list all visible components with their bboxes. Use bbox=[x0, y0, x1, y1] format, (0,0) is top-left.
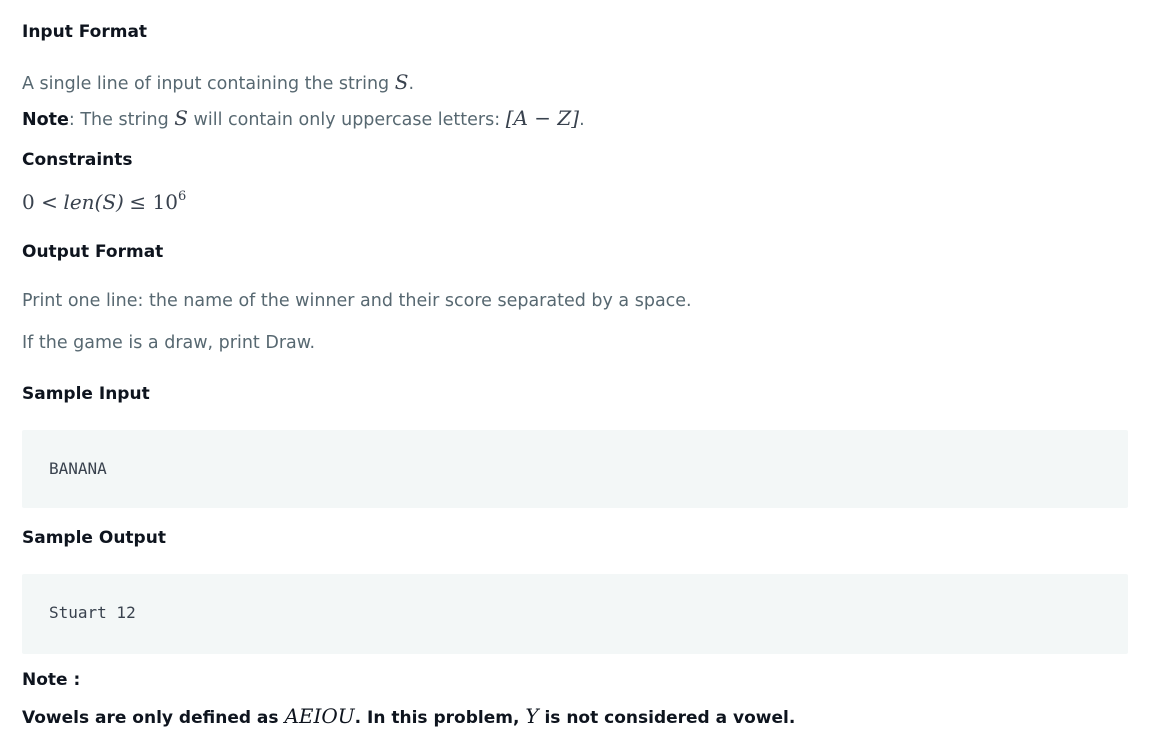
constraint-exponent: 6 bbox=[178, 189, 187, 205]
problem-statement: Input Format A single line of input cont… bbox=[0, 0, 1154, 756]
output-format-heading: Output Format bbox=[22, 242, 164, 262]
note-suffix: . bbox=[579, 110, 585, 130]
sample-output-heading: Sample Output bbox=[22, 528, 166, 548]
vowel-note: Vowels are only defined as AEIOU. In thi… bbox=[22, 704, 795, 728]
math-var-s: S bbox=[394, 70, 409, 94]
note-label: Note bbox=[22, 110, 69, 130]
input-line-prefix: A single line of input containing the st… bbox=[22, 74, 395, 94]
sample-input-code-block: BANANA bbox=[22, 430, 1128, 508]
vowel-note-suffix: is not considered a vowel. bbox=[538, 708, 796, 728]
sample-input-code: BANANA bbox=[49, 459, 107, 478]
constraints-heading: Constraints bbox=[22, 150, 133, 170]
note-middle: will contain only uppercase letters: bbox=[187, 110, 506, 130]
input-format-heading: Input Format bbox=[22, 22, 148, 42]
vowel-note-middle: . In this problem, bbox=[354, 708, 526, 728]
output-format-line-2: If the game is a draw, print Draw. bbox=[22, 333, 316, 353]
constraint-lower-bound: 0 < bbox=[22, 190, 58, 214]
sample-output-code: Stuart 12 bbox=[49, 603, 136, 622]
input-line-suffix: . bbox=[408, 74, 415, 94]
note-heading: Note : bbox=[22, 670, 81, 690]
math-vowels: AEIOU bbox=[284, 704, 355, 728]
sample-output-code-block: Stuart 12 bbox=[22, 574, 1128, 654]
math-var-y: Y bbox=[525, 704, 539, 728]
output-format-line-1: Print one line: the name of the winner a… bbox=[22, 291, 692, 311]
note-prefix: : The string bbox=[68, 110, 175, 130]
math-var-s: S bbox=[174, 106, 188, 130]
constraints-expression: 0 < len(S) ≤ 106 bbox=[22, 189, 187, 214]
math-letter-range: [A − Z] bbox=[505, 106, 580, 130]
constraint-upper-bound: ≤ 10 bbox=[129, 190, 178, 214]
sample-input-heading: Sample Input bbox=[22, 384, 150, 404]
vowel-note-prefix: Vowels are only defined as bbox=[22, 708, 285, 728]
constraint-length: len(S) bbox=[63, 190, 124, 214]
input-format-note: Note: The string S will contain only upp… bbox=[22, 106, 585, 130]
input-format-description: A single line of input containing the st… bbox=[22, 70, 414, 94]
